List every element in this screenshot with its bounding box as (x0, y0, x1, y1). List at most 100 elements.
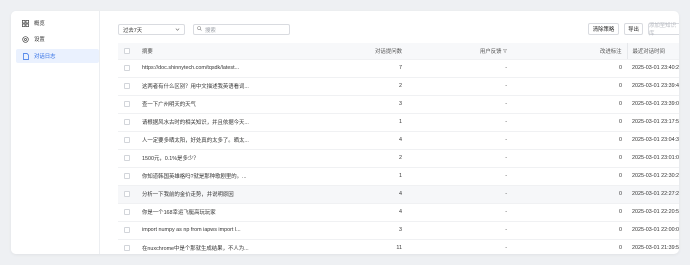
user-feedback-cell: - (404, 167, 509, 186)
search-placeholder: 搜索 (205, 27, 216, 34)
sidebar-item-label: 设置 (34, 37, 45, 43)
sidebar-item-conversation-logs[interactable]: 对话日志 (16, 49, 99, 63)
select-all-cell (118, 43, 138, 60)
improvement-mark-cell: 0 (509, 239, 627, 254)
improvement-mark-cell: 0 (509, 167, 627, 186)
summary-cell: 请根据风水古时的相关知识，并且依据今天... (138, 113, 296, 132)
date-range-select[interactable]: 过去7天 (118, 24, 185, 35)
last-time-cell: 2025-03-01 22:27:22 (627, 185, 679, 204)
filter-icon[interactable] (502, 48, 508, 55)
date-range-value: 过去7天 (123, 27, 143, 34)
row-checkbox[interactable] (124, 137, 130, 143)
gear-icon (22, 35, 29, 43)
row-checkbox[interactable] (124, 101, 130, 107)
summary-cell: 在nuxchrome中是个那就生成结果，不人为... (138, 239, 296, 254)
row-checkbox-cell (118, 77, 138, 96)
table-row[interactable]: 你是一个168幸运飞艇高玩玩家 4-0 2025-03-01 22:20:58 (118, 203, 679, 222)
improvement-mark-cell: 0 (509, 149, 627, 168)
table-row[interactable]: 人一定要多晒太阳，好处真的太多了。晒太... 4-0 2025-03-01 23:0… (118, 131, 679, 150)
summary-cell: 这两者有什么区别？用中文描述我英语看词... (138, 77, 296, 96)
header-user-feedback[interactable]: 用户反馈 (404, 43, 509, 60)
row-checkbox-cell (118, 59, 138, 78)
user-feedback-cell: - (404, 239, 509, 254)
user-feedback-cell: - (404, 149, 509, 168)
sidebar-item-settings[interactable]: 设置 (16, 32, 99, 46)
question-count-cell: 4 (296, 131, 404, 150)
table-row[interactable]: 1500元，0.1%是多少？ 2-0 2025-03-01 23:01:08 (118, 149, 679, 168)
sidebar-item-label: 概览 (34, 21, 45, 27)
row-checkbox-cell (118, 149, 138, 168)
summary-cell: 你知道韩国英雄格吗?就是那种歌剧里的。... (138, 167, 296, 186)
row-checkbox-cell (118, 95, 138, 114)
user-feedback-cell: - (404, 185, 509, 204)
row-checkbox[interactable] (124, 83, 130, 89)
question-count-cell: 1 (296, 113, 404, 132)
row-checkbox-cell (118, 239, 138, 254)
row-checkbox-cell (118, 185, 138, 204)
improvement-mark-cell: 0 (509, 77, 627, 96)
summary-cell: 1500元，0.1%是多少？ (138, 149, 296, 168)
summary-cell: 分析一下我前的金价走势，并说明原因 (138, 185, 296, 204)
summary-cell: https://doc.shinnytech.com/tqsdk/latest.… (138, 59, 296, 78)
table-row[interactable]: 你知道韩国英雄格吗?就是那种歌剧里的。... 1-0 2025-03-01 22:3… (118, 167, 679, 186)
row-checkbox-cell (118, 113, 138, 132)
app-window: 概览 设置 对话日志 过去7天 搜索 清除策略 导出 添加至知识库 摘要 对话提… (11, 11, 679, 254)
row-checkbox[interactable] (124, 227, 130, 233)
sidebar-item-overview[interactable]: 概览 (16, 16, 99, 30)
question-count-cell: 2 (296, 77, 404, 96)
export-button[interactable]: 导出 (624, 23, 643, 35)
header-last-time: 最近对话时间 (626, 43, 679, 60)
improvement-mark-cell: 0 (509, 203, 627, 222)
table-row[interactable]: 在nuxchrome中是个那就生成结果，不人为... 11-0 2025-03-01… (118, 239, 679, 254)
table-row[interactable]: 请根据风水古时的相关知识，并且依据今天... 1-0 2025-03-01 23:1… (118, 113, 679, 132)
header-summary: 摘要 (138, 43, 296, 60)
user-feedback-cell: - (404, 131, 509, 150)
header-user-feedback-label: 用户反馈 (479, 48, 502, 55)
summary-cell: 查一下广州明天的天气 (138, 95, 296, 114)
select-all-checkbox[interactable] (124, 47, 130, 54)
row-checkbox[interactable] (124, 245, 130, 251)
improvement-mark-cell: 0 (509, 59, 627, 78)
row-checkbox[interactable] (124, 173, 130, 179)
user-feedback-cell: - (404, 95, 509, 114)
conversation-table: 摘要 对话提问数 用户反馈 改进标注 最近对话时间 https://doc.sh… (118, 43, 679, 254)
clear-strategy-button[interactable]: 清除策略 (588, 23, 619, 35)
row-checkbox-cell (118, 203, 138, 222)
improvement-mark-cell: 0 (509, 131, 627, 150)
improvement-mark-cell: 0 (509, 185, 627, 204)
table-row[interactable]: https://doc.shinnytech.com/tqsdk/latest.… (118, 59, 679, 78)
summary-cell: 人一定要多晒太阳，好处真的太多了。晒太... (138, 131, 296, 150)
row-checkbox[interactable] (124, 191, 130, 197)
table-row[interactable]: 分析一下我前的金价走势，并说明原因 4-0 2025-03-01 22:27:22 (118, 185, 679, 204)
improvement-mark-cell: 0 (509, 113, 627, 132)
table-row[interactable]: import numpy as np from iapws import l..… (118, 221, 679, 240)
last-time-cell: 2025-03-01 23:39:00 (627, 95, 679, 114)
question-count-cell: 1 (296, 167, 404, 186)
add-to-knowledge-base-button[interactable]: 添加至知识库 (648, 23, 679, 37)
last-time-cell: 2025-03-01 23:39:47 (627, 77, 679, 96)
summary-cell: import numpy as np from iapws import l..… (138, 221, 296, 240)
row-checkbox[interactable] (124, 155, 130, 161)
table-row[interactable]: 这两者有什么区别？用中文描述我英语看词... 2-0 2025-03-01 23:3… (118, 77, 679, 96)
row-checkbox-cell (118, 221, 138, 240)
search-input[interactable]: 搜索 (193, 24, 290, 35)
question-count-cell: 11 (296, 239, 404, 254)
last-time-cell: 2025-03-01 23:40:26 (627, 59, 679, 78)
user-feedback-cell: - (404, 221, 509, 240)
row-checkbox[interactable] (124, 65, 130, 71)
table-row[interactable]: 查一下广州明天的天气 3-0 2025-03-01 23:39:00 (118, 95, 679, 114)
header-improvement-mark: 改进标注 (509, 43, 627, 60)
row-checkbox[interactable] (124, 119, 130, 125)
improvement-mark-cell: 0 (509, 95, 627, 114)
header-question-count: 对话提问数 (296, 43, 404, 60)
user-feedback-cell: - (404, 113, 509, 132)
last-time-cell: 2025-03-01 23:17:53 (627, 113, 679, 132)
question-count-cell: 3 (296, 95, 404, 114)
row-checkbox[interactable] (124, 209, 130, 215)
chevron-down-icon (175, 27, 180, 34)
question-count-cell: 4 (296, 203, 404, 222)
user-feedback-cell: - (404, 77, 509, 96)
last-time-cell: 2025-03-01 22:30:22 (627, 167, 679, 186)
user-feedback-cell: - (404, 59, 509, 78)
row-checkbox-cell (118, 131, 138, 150)
